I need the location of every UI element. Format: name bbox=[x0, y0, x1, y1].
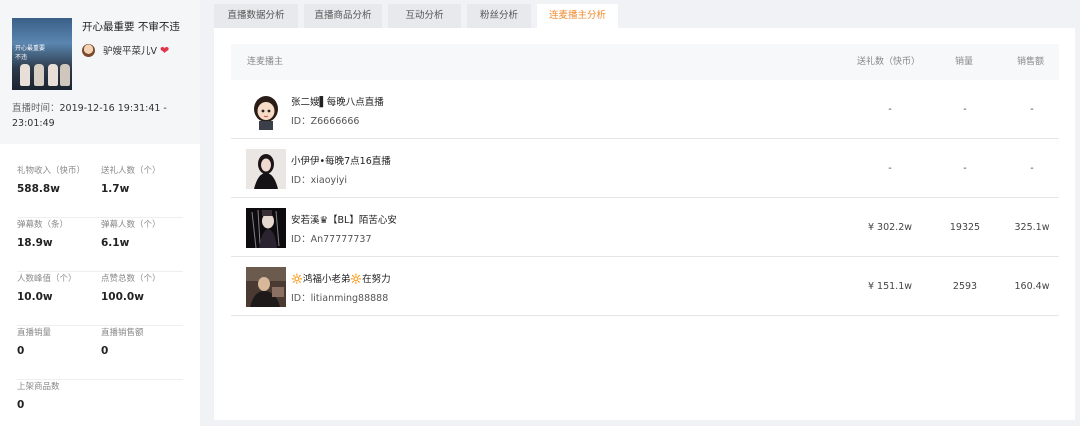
amount-value: - bbox=[1030, 163, 1034, 174]
stat-label: 送礼人数（个） bbox=[101, 166, 161, 176]
stat-label: 弹幕数（条） bbox=[17, 220, 69, 230]
live-time: 直播时间：2019-12-16 19:31:41 - 23:01:49 bbox=[12, 101, 192, 131]
tab-live-data[interactable]: 直播数据分析 bbox=[214, 4, 298, 28]
anchor-name: 驴嫂平菜儿V bbox=[103, 46, 157, 57]
stat-gift-senders: 送礼人数（个） 1.7w bbox=[101, 164, 181, 195]
stat-products-listed: 上架商品数 0 bbox=[17, 380, 97, 411]
live-title: 开心最重要 不审不违 bbox=[82, 21, 180, 33]
stats-row: 上架商品数 0 bbox=[17, 380, 183, 426]
stat-danmaku-users: 弹幕人数（个） 6.1w bbox=[101, 218, 181, 249]
tab-live-products[interactable]: 直播商品分析 bbox=[304, 4, 382, 28]
stats-grid: 礼物收入（快币） 588.8w 送礼人数（个） 1.7w 弹幕数（条） 18.9… bbox=[17, 164, 183, 426]
amount-value: 325.1w bbox=[1014, 222, 1050, 233]
sales-value: 2593 bbox=[952, 281, 978, 292]
stat-label: 点赞总数（个） bbox=[101, 274, 161, 284]
stat-label: 直播销量 bbox=[17, 328, 52, 338]
anchor-profile[interactable]: 驴嫂平菜儿V ❤ bbox=[82, 43, 169, 57]
co-host-id: ID：An77777737 bbox=[291, 234, 372, 245]
stat-live-sales: 直播销量 0 bbox=[17, 326, 97, 357]
stats-row: 直播销量 0 直播销售额 0 bbox=[17, 326, 183, 380]
stat-gift-income: 礼物收入（快币） 588.8w bbox=[17, 164, 97, 195]
gift-value: ¥ 151.1w bbox=[867, 281, 913, 292]
co-host-id: ID：xiaoyiyi bbox=[291, 175, 348, 186]
sales-value: 19325 bbox=[949, 222, 981, 233]
stat-value: 1.7w bbox=[101, 183, 130, 195]
stat-value: 0 bbox=[17, 399, 25, 411]
anchor-avatar bbox=[82, 43, 95, 57]
stat-value: 0 bbox=[101, 345, 109, 357]
stat-value: 100.0w bbox=[101, 291, 144, 303]
co-host-id: ID：Z6666666 bbox=[291, 116, 360, 127]
tab-interaction[interactable]: 互动分析 bbox=[388, 4, 461, 28]
stat-live-revenue: 直播销售额 0 bbox=[101, 326, 181, 357]
gift-value: ¥ 302.2w bbox=[867, 222, 913, 233]
col-gifts: 送礼数（快币） bbox=[857, 57, 921, 67]
anchor-header: 开心最重要 不违 开心最重要 不审不违 驴嫂平菜儿V ❤ 直播时间：2019-1… bbox=[0, 0, 200, 144]
stat-total-likes: 点赞总数（个） 100.0w bbox=[101, 272, 181, 303]
tab-fans[interactable]: 粉丝分析 bbox=[467, 4, 531, 28]
stat-label: 礼物收入（快币） bbox=[17, 166, 86, 176]
co-host-name[interactable]: 张二嫂▌每晚八点直播 bbox=[291, 94, 384, 108]
live-cover-image[interactable]: 开心最重要 不违 bbox=[12, 18, 72, 90]
co-host-name[interactable]: 小伊伊•每晚7点16直播 bbox=[291, 153, 391, 167]
co-host-avatar[interactable] bbox=[246, 267, 286, 307]
gift-value: - bbox=[888, 104, 892, 115]
stat-label: 直播销售额 bbox=[101, 328, 144, 338]
live-time-label: 直播时间： bbox=[12, 103, 60, 114]
table-header: 连麦播主 送礼数（快币） 销量 销售额 bbox=[231, 44, 1059, 80]
amount-value: 160.4w bbox=[1014, 281, 1050, 292]
amount-value: - bbox=[1030, 104, 1034, 115]
sales-value: - bbox=[963, 104, 967, 115]
stat-value: 0 bbox=[17, 345, 25, 357]
anchor-info-panel: 开心最重要 不违 开心最重要 不审不违 驴嫂平菜儿V ❤ 直播时间：2019-1… bbox=[0, 0, 200, 426]
stat-label: 弹幕人数（个） bbox=[101, 220, 161, 230]
col-anchor: 连麦播主 bbox=[247, 57, 284, 67]
stat-label: 人数峰值（个） bbox=[17, 274, 77, 284]
analysis-tabs: 直播数据分析 直播商品分析 互动分析 粉丝分析 连麦播主分析 bbox=[214, 4, 624, 28]
stat-value: 588.8w bbox=[17, 183, 60, 195]
table-row[interactable]: 🔆鸿福小老弟🔆在努力 ID：litianming88888 ¥ 151.1w 2… bbox=[231, 257, 1059, 316]
stat-value: 18.9w bbox=[17, 237, 53, 249]
col-amount: 销售额 bbox=[1017, 57, 1045, 67]
co-host-panel: 连麦播主 送礼数（快币） 销量 销售额 张二嫂▌每晚八点直播 ID：Z66666… bbox=[214, 28, 1075, 420]
co-host-id: ID：litianming88888 bbox=[291, 293, 389, 304]
table-row[interactable]: 安若溪♛【BL】陌苦心安 ID：An77777737 ¥ 302.2w 1932… bbox=[231, 198, 1059, 257]
co-host-avatar[interactable] bbox=[246, 208, 286, 248]
stats-row: 礼物收入（快币） 588.8w 送礼人数（个） 1.7w bbox=[17, 164, 183, 218]
stat-value: 10.0w bbox=[17, 291, 53, 303]
stat-label: 上架商品数 bbox=[17, 382, 60, 392]
co-host-table: 连麦播主 送礼数（快币） 销量 销售额 张二嫂▌每晚八点直播 ID：Z66666… bbox=[231, 44, 1059, 316]
stats-row: 弹幕数（条） 18.9w 弹幕人数（个） 6.1w bbox=[17, 218, 183, 272]
gift-value: - bbox=[888, 163, 892, 174]
table-row[interactable]: 小伊伊•每晚7点16直播 ID：xiaoyiyi - - - bbox=[231, 139, 1059, 198]
stat-value: 6.1w bbox=[101, 237, 130, 249]
col-sales: 销量 bbox=[955, 57, 974, 67]
cover-caption: 开心最重要 不违 bbox=[15, 45, 46, 61]
stat-danmaku-count: 弹幕数（条） 18.9w bbox=[17, 218, 97, 249]
heart-icon: ❤ bbox=[160, 43, 170, 57]
co-host-name[interactable]: 🔆鸿福小老弟🔆在努力 bbox=[291, 271, 391, 285]
co-host-avatar[interactable] bbox=[246, 90, 286, 130]
co-host-avatar[interactable] bbox=[246, 149, 286, 189]
stats-row: 人数峰值（个） 10.0w 点赞总数（个） 100.0w bbox=[17, 272, 183, 326]
co-host-name[interactable]: 安若溪♛【BL】陌苦心安 bbox=[291, 212, 397, 226]
stat-peak-viewers: 人数峰值（个） 10.0w bbox=[17, 272, 97, 303]
tab-co-host[interactable]: 连麦播主分析 bbox=[537, 4, 618, 28]
table-row[interactable]: 张二嫂▌每晚八点直播 ID：Z6666666 - - - bbox=[231, 80, 1059, 139]
sales-value: - bbox=[963, 163, 967, 174]
